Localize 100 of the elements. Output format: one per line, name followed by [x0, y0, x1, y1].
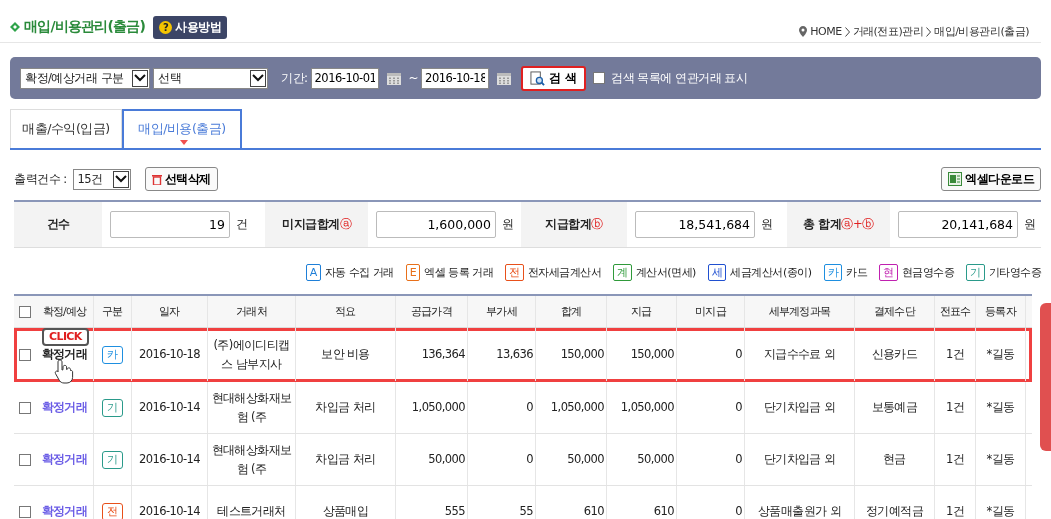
spreadsheet-icon: [948, 172, 962, 186]
table-cell-text: 0: [735, 503, 742, 519]
summary-label: 미지급합계ⓐ: [265, 202, 368, 247]
legend-label: 엑셀 등록 거래: [424, 264, 494, 280]
column-header: 합계: [560, 304, 582, 320]
table-cell-text: 610: [583, 503, 604, 519]
table-cell-text: 1건: [945, 399, 965, 416]
column-header: 적요: [335, 304, 356, 320]
legend-label: 전자세금계산서: [527, 264, 602, 280]
checkbox[interactable]: [19, 348, 31, 361]
checkbox-label: 검색 목록에 연관거래 표시: [611, 70, 748, 86]
type-select[interactable]: 확정/예상거래 구분: [20, 67, 150, 89]
breadcrumb-item[interactable]: 거래(전표)관리: [852, 24, 924, 39]
period-label: 기간:: [281, 69, 308, 87]
trash-icon: [151, 173, 162, 185]
unit-label: 원: [761, 217, 773, 232]
column-header: 거래처: [236, 304, 267, 320]
tab[interactable]: 매출/수익(입금): [10, 109, 122, 148]
hand-cursor-icon: [54, 358, 76, 384]
column-header: 세부계정과목: [768, 304, 831, 320]
page-size-label: 출력건수 :: [14, 171, 67, 187]
table-cell-text: 보안 비용: [321, 346, 370, 363]
location-pin-icon: [799, 26, 808, 37]
excel-download-button[interactable]: 엑셀다운로드: [941, 167, 1041, 191]
column-header: 전표수: [939, 304, 971, 320]
unit-label: 건: [236, 217, 248, 232]
summary-value-field[interactable]: 18,541,684: [635, 211, 755, 238]
diamond-icon: [10, 22, 20, 32]
type-badge: 전: [102, 502, 123, 519]
table-cell-text: 55: [519, 503, 533, 519]
legend-badge: 카: [823, 263, 842, 281]
column-header: 확정/예상: [42, 304, 87, 320]
summary-value-field[interactable]: 20,141,684: [898, 211, 1018, 238]
table-cell-text: 2016-10-14: [139, 503, 200, 519]
checkbox[interactable]: [19, 505, 31, 518]
summary-value-field[interactable]: 1,600,000: [376, 211, 496, 238]
table-cell-text: 2016-10-14: [139, 399, 200, 416]
breadcrumb-item[interactable]: HOME: [810, 25, 842, 38]
table-cell-text: 신용카드: [871, 346, 918, 363]
status-link[interactable]: 확정거래: [41, 345, 88, 364]
status-link[interactable]: 확정거래: [41, 502, 88, 519]
range-separator: ~: [408, 71, 419, 85]
summary-label: 지급합계ⓑ: [521, 202, 627, 247]
option-select[interactable]: 선택: [153, 67, 268, 89]
checkbox[interactable]: [593, 72, 606, 84]
table-cell-text: *길동: [986, 399, 1015, 416]
delete-button[interactable]: 선택삭제: [144, 167, 218, 191]
table-cell-text: 차입금 처리: [315, 399, 376, 416]
date-from-field[interactable]: 2016-10-01: [310, 67, 379, 89]
page-title: 매입/비용관리(출금): [24, 18, 146, 36]
table-cell-text: 50,000: [637, 451, 674, 468]
table-cell-text: *길동: [986, 503, 1015, 519]
table-cell-text: 상품매출원가 외: [758, 503, 841, 519]
checkbox[interactable]: [19, 305, 31, 318]
legend-label: 기타영수증: [988, 264, 1041, 280]
table-cell-text: 현대해상화재보험 (주: [210, 441, 293, 478]
chevron-right-icon: [926, 26, 932, 37]
column-header: 지급: [631, 304, 652, 320]
search-icon: [530, 70, 546, 86]
legend-label: 세금계산서(종이): [730, 264, 812, 280]
checkbox[interactable]: [19, 401, 31, 414]
table-cell-text: 2016-10-14: [139, 451, 200, 468]
calendar-icon[interactable]: [497, 71, 512, 85]
tab[interactable]: 매입/비용(출금): [122, 109, 242, 148]
table-cell-text: 0: [735, 346, 742, 363]
table-cell-text: 1,050,000: [620, 399, 674, 416]
status-link[interactable]: 확정거래: [41, 398, 88, 417]
checkbox[interactable]: [19, 453, 31, 466]
table-cell-text: 보통예금: [871, 399, 918, 416]
table-cell-text: *길동: [986, 451, 1015, 468]
summary-value-field[interactable]: 19: [110, 211, 230, 238]
table-cell-text: 단기차입금 외: [763, 399, 836, 416]
table-cell-text: 상품매입: [322, 503, 369, 519]
status-link[interactable]: 확정거래: [41, 450, 88, 469]
table-cell-text: 150,000: [630, 346, 674, 363]
unit-label: 원: [502, 217, 514, 232]
legend-badge: 기: [966, 263, 985, 281]
table-cell-text: 1,050,000: [550, 399, 604, 416]
table-cell-text: 1,050,000: [411, 399, 465, 416]
table-cell-text: *길동: [986, 346, 1015, 363]
table-cell-text: 지급수수료 외: [763, 346, 836, 363]
column-header: 일자: [159, 304, 180, 320]
table-cell-text: 현대해상화재보험 (주: [210, 389, 293, 426]
breadcrumb-item[interactable]: 매입/비용관리(출금): [934, 24, 1029, 39]
table-cell-text: 1건: [945, 346, 965, 363]
table-cell-text: 50,000: [428, 451, 465, 468]
calendar-icon[interactable]: [386, 71, 401, 85]
table-cell-text: 1건: [945, 503, 965, 519]
legend-label: 자동 수집 거래: [324, 264, 394, 280]
table-cell-text: 0: [526, 399, 533, 416]
help-button[interactable]: ? 사용방법: [153, 15, 228, 39]
page-size-select[interactable]: 15건: [72, 168, 131, 190]
column-header: 공급가격: [411, 304, 452, 320]
legend-badge: E: [405, 263, 421, 281]
type-badge: 기: [102, 398, 123, 417]
legend-badge: 현: [879, 263, 898, 281]
search-button[interactable]: 검 색: [521, 65, 587, 91]
table-cell-text: 555: [444, 503, 465, 519]
table-cell-text: 50,000: [567, 451, 604, 468]
legend-label: 카드: [846, 264, 867, 280]
